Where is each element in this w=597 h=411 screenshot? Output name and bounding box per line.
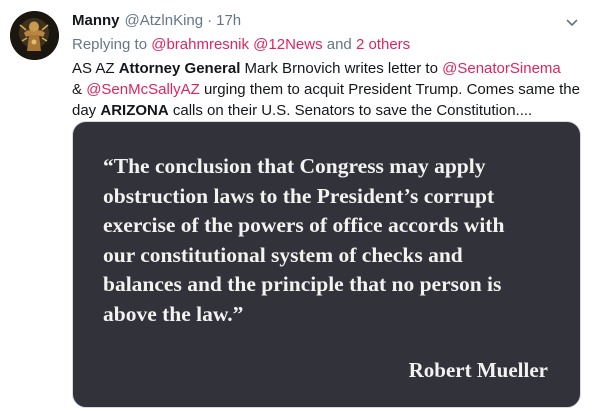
quote-line: balances and the principle that no perso… bbox=[103, 272, 502, 297]
reply-others-link[interactable]: 2 others bbox=[356, 36, 410, 53]
tweet-text-part: AS AZ bbox=[72, 60, 119, 77]
chevron-down-icon[interactable] bbox=[565, 16, 579, 30]
tweet-media-image[interactable]: “The conclusion that Congress may apply … bbox=[72, 121, 581, 408]
avatar[interactable] bbox=[10, 11, 59, 60]
quote-line: our constitutional system of checks and bbox=[103, 242, 463, 267]
quote-line: above the law.” bbox=[103, 301, 244, 326]
quote-text: “The conclusion that Congress may apply … bbox=[103, 152, 563, 330]
quote-line: exercise of the powers of office accords… bbox=[103, 213, 505, 238]
author-handle[interactable]: @AtzlnKing bbox=[125, 12, 204, 29]
tweet-text: AS AZ Attorney General Mark Brnovich wri… bbox=[72, 58, 592, 121]
tweet-text-part: Mark Brnovich writes letter to bbox=[240, 60, 443, 77]
quote-line: “The conclusion that Congress may apply bbox=[103, 154, 486, 178]
tweet-text-bold: ARIZONA bbox=[100, 102, 169, 119]
quote-line: obstruction laws to the President’s corr… bbox=[103, 183, 495, 208]
author-name[interactable]: Manny bbox=[72, 12, 120, 29]
mention-senmcsallyaz[interactable]: @SenMcSallyAZ bbox=[86, 81, 200, 98]
timestamp[interactable]: 17h bbox=[216, 12, 241, 29]
reply-prefix: Replying to bbox=[72, 36, 152, 53]
reply-mention-12news[interactable]: @12News bbox=[253, 36, 322, 53]
separator-dot: · bbox=[207, 12, 213, 29]
avatar-image bbox=[10, 11, 59, 60]
mention-senatorsinema[interactable]: @SenatorSinema bbox=[442, 60, 561, 77]
tweet-header: Manny @AtzlnKing · 17h bbox=[72, 12, 241, 32]
reply-join: and bbox=[322, 36, 356, 53]
reply-mention-brahmresnik[interactable]: @brahmresnik bbox=[151, 36, 249, 53]
tweet: Manny @AtzlnKing · 17h Replying to @brah… bbox=[0, 0, 597, 411]
tweet-text-part: calls on their U.S. Senators to save the… bbox=[168, 102, 533, 119]
quote-attribution: Robert Mueller bbox=[408, 358, 548, 382]
tweet-text-part: & bbox=[72, 81, 87, 98]
tweet-text-bold: Attorney General bbox=[118, 60, 241, 77]
replying-to: Replying to @brahmresnik @12News and 2 o… bbox=[72, 36, 410, 53]
